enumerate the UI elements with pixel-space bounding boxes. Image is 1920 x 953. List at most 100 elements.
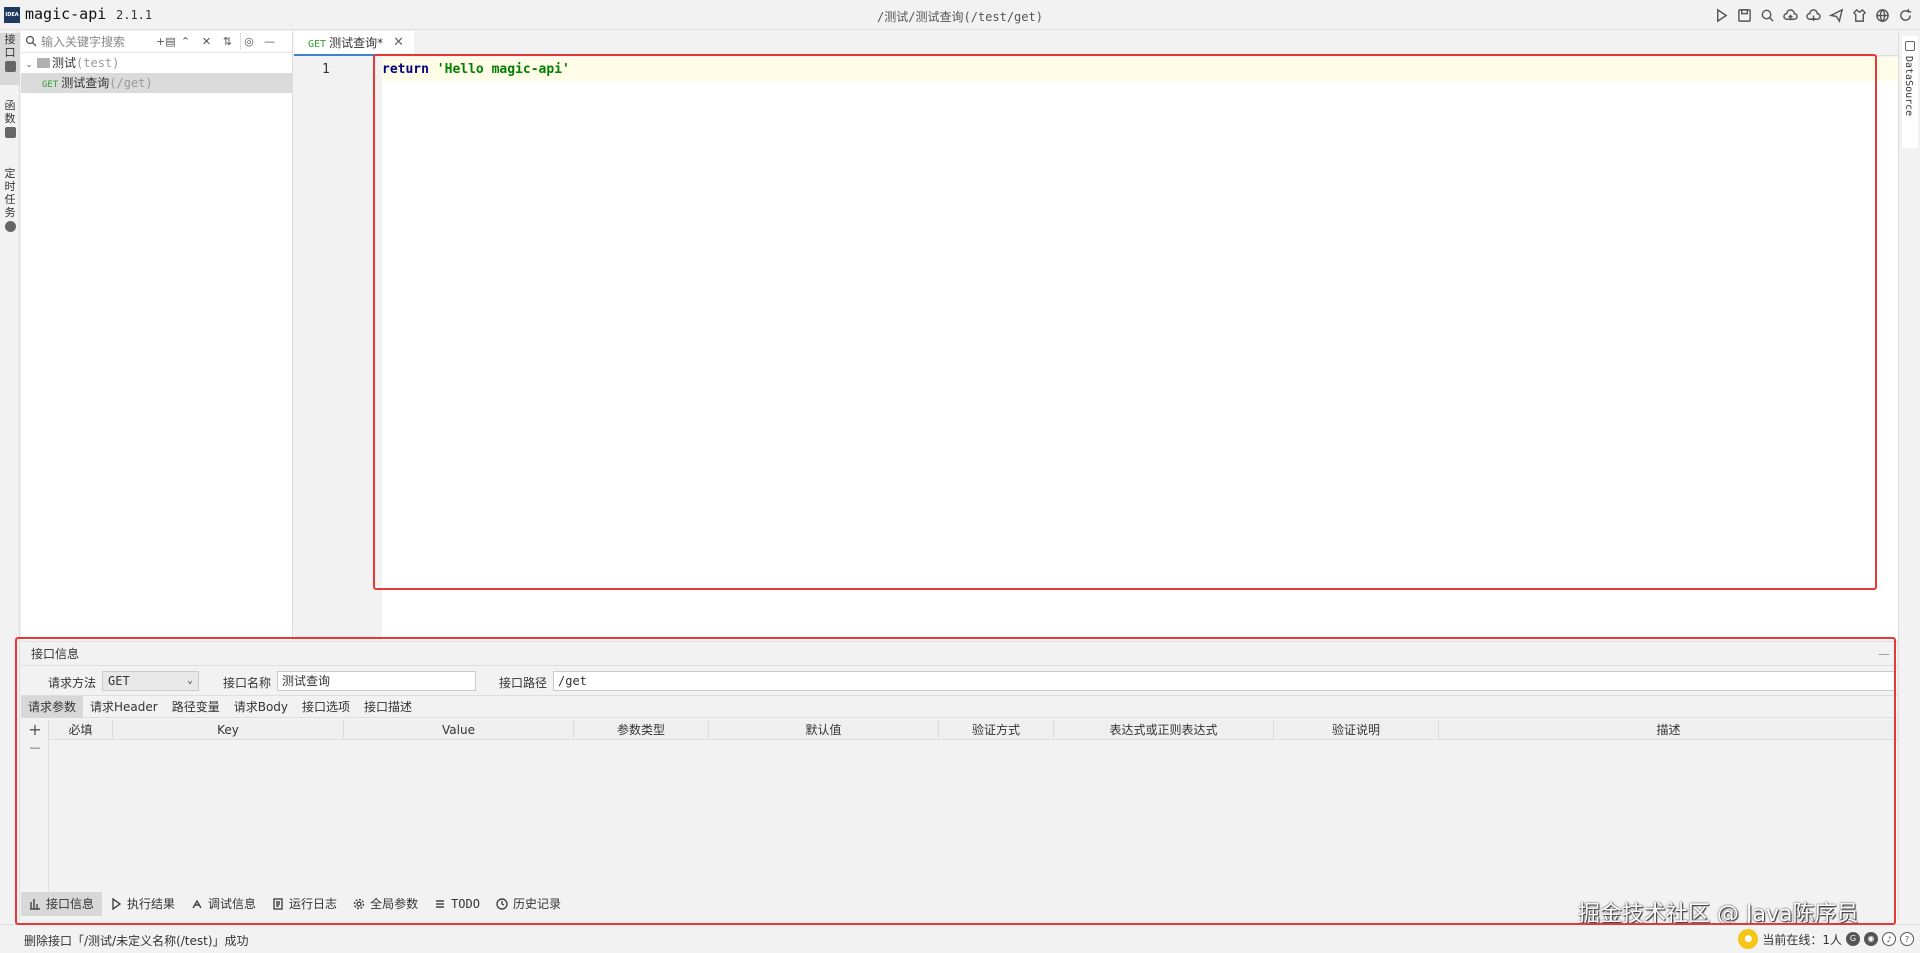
tree-api-item[interactable]: GET 测试查询(/get) [21,73,292,93]
code-editor[interactable]: 1 return 'Hello magic-api' [294,57,1898,640]
params-table: 必填 Key Value 参数类型 默认值 验证方式 表达式或正则表达式 验证说… [49,720,1898,891]
tab-run-log[interactable]: 运行日志 [264,892,345,916]
method-label: 请求方法 [48,676,97,690]
tab-request-body[interactable]: 请求Body [227,696,295,718]
tab-global-params[interactable]: 全局参数 [345,892,426,916]
api-name: 测试查询 [61,76,110,90]
add-group-icon[interactable]: +▤ [156,33,176,50]
tab-history[interactable]: 历史记录 [488,892,569,916]
sidebar-tab-task-label: 定时任务 [4,167,16,219]
tab-request-params[interactable]: 请求参数 [21,696,84,718]
column-validation[interactable]: 验证方式 [939,720,1054,740]
column-description[interactable]: 描述 [1439,720,1898,740]
status-message: 删除接口「/测试/未定义名称(/test)」成功 [24,934,249,948]
folder-icon [37,58,50,68]
code-string: 'Hello magic-api' [436,62,570,77]
remove-row-button[interactable]: — [28,741,42,755]
tree-folder[interactable]: ⌄ 测试(test) [21,53,292,73]
column-validation-desc[interactable]: 验证说明 [1274,720,1439,740]
gear-icon [353,898,365,910]
gitee-icon[interactable]: G [1846,932,1860,946]
search-input[interactable] [41,33,161,50]
skin-icon[interactable] [1850,6,1868,24]
tab-api-info[interactable]: 接口信息 [21,892,103,916]
api-name-field[interactable]: 测试查询 [277,671,476,691]
tree-tools: +▤ ⌃ ✕ ⇅ ◎ — [156,33,278,50]
method-select[interactable]: GET ⌄ [102,671,199,691]
refresh-icon[interactable] [1896,6,1914,24]
search-icon [25,35,37,47]
column-default[interactable]: 默认值 [709,720,939,740]
tab-run-result[interactable]: 执行结果 [102,892,183,916]
tree-search-bar: +▤ ⌃ ✕ ⇅ ◎ — [21,31,292,53]
name-label: 接口名称 [223,676,272,690]
sidebar-tab-api[interactable]: 接口 [0,33,20,85]
expand-all-icon[interactable]: ⌃ [177,33,194,50]
search-icon[interactable] [1758,6,1776,24]
api-path-field[interactable]: /get [553,671,1895,691]
datasource-tab-label: DataSource [1903,56,1914,117]
tab-request-header[interactable]: 请求Header [83,696,165,718]
download-icon[interactable] [1804,6,1822,24]
info-icon [30,899,40,910]
sidebar-tab-function[interactable]: 函数 [0,99,20,143]
tab-todo[interactable]: TODO [426,892,488,916]
play-icon [112,898,122,910]
collapse-all-icon[interactable]: ✕ [198,33,215,50]
upload-icon[interactable] [1781,6,1799,24]
online-count: 当前在线：1人 [1762,932,1842,947]
line-gutter: 1 [294,57,382,640]
column-key[interactable]: Key [113,720,344,740]
panel-title: 接口信息 [31,647,80,661]
debug-icon [192,899,202,909]
chevron-down-icon: ⌄ [186,675,193,686]
params-side-actions: + — [21,720,49,891]
current-line-highlight [382,57,1898,81]
minimize-icon[interactable]: — [261,33,278,50]
code-line[interactable]: return 'Hello magic-api' [382,62,570,77]
tab-api-info-label: 接口信息 [46,897,95,911]
close-icon[interactable]: ✕ [393,31,404,55]
column-required[interactable]: 必填 [49,720,113,740]
api-info-row: 请求方法 GET ⌄ 接口名称 测试查询 接口路径 /get [21,666,1898,696]
online-users-icon: ● [1738,929,1759,949]
run-icon[interactable] [1712,6,1730,24]
current-api-path: /测试/测试查询(/test/get) [877,10,1043,24]
sidebar-tab-api-label: 接口 [4,33,16,59]
datasource-tab[interactable]: DataSource [1902,36,1918,148]
save-icon[interactable] [1735,6,1753,24]
editor-tab-method: GET [308,39,327,50]
right-sidebar-tabs: DataSource [1898,31,1920,920]
tab-debug-info[interactable]: 调试信息 [183,892,264,916]
status-right: ● 当前在线：1人 G ◉ ♪ ? [1738,929,1914,949]
add-row-button[interactable]: + [28,722,42,738]
tab-api-description[interactable]: 接口描述 [357,696,419,718]
locate-icon[interactable]: ◎ [240,33,257,50]
tab-path-variables[interactable]: 路径变量 [165,696,227,718]
github-icon[interactable]: ◉ [1864,932,1878,946]
method-select-value: GET [108,674,130,688]
column-param-type[interactable]: 参数类型 [574,720,709,740]
folder-path: (test) [76,56,120,70]
path-label: 接口路径 [499,676,548,690]
column-value[interactable]: Value [344,720,574,740]
function-icon [4,127,16,138]
editor-tab[interactable]: GET 测试查询* ✕ [294,31,414,56]
sort-icon[interactable]: ⇅ [219,33,236,50]
status-bar: 删除接口「/测试/未定义名称(/test)」成功 ● 当前在线：1人 G ◉ ♪… [0,924,1920,953]
tab-run-log-label: 运行日志 [289,897,338,911]
column-expression[interactable]: 表达式或正则表达式 [1054,720,1274,740]
chevron-down-icon: ⌄ [25,60,33,70]
minimize-icon[interactable]: — [1878,642,1890,666]
push-icon[interactable] [1827,6,1845,24]
api-path: (/get) [109,76,153,90]
bell-icon[interactable]: ♪ [1882,932,1896,946]
log-icon [273,898,283,910]
history-icon [496,898,508,910]
tab-api-options[interactable]: 接口选项 [295,696,357,718]
sidebar-tab-task[interactable]: 定时任务 [0,167,20,239]
help-icon[interactable]: ? [1900,932,1914,946]
params-table-header: 必填 Key Value 参数类型 默认值 验证方式 表达式或正则表达式 验证说… [49,720,1898,740]
toolbar [1712,6,1914,24]
globe-icon[interactable] [1873,6,1891,24]
